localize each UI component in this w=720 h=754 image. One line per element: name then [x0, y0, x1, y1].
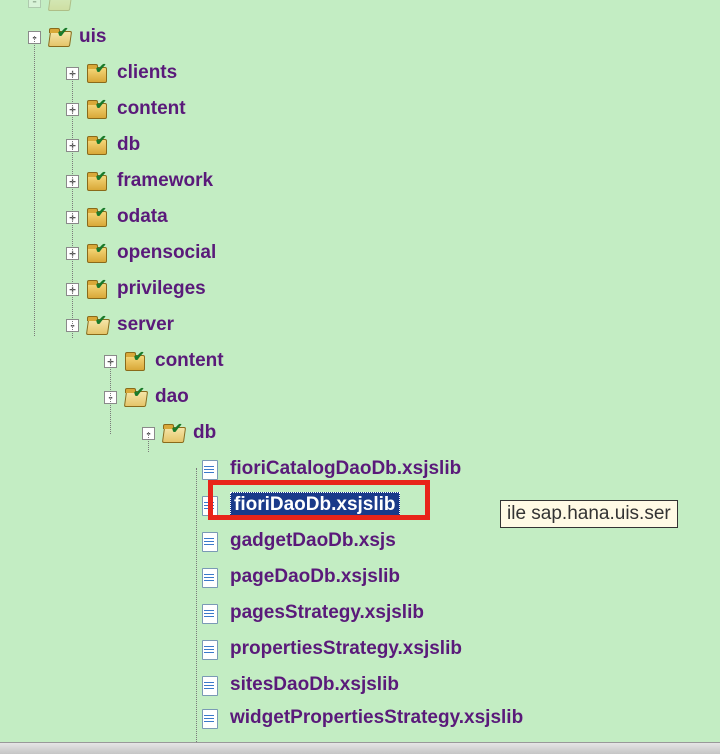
tree-node-content[interactable]: + ✔ content: [10, 91, 720, 127]
tree-node-truncated[interactable]: - ✔: [10, 0, 720, 19]
folder-open-icon: ✔: [123, 387, 147, 407]
file-icon: [198, 531, 222, 551]
tree-node-odata[interactable]: + ✔ odata: [10, 199, 720, 235]
tree-node-label: db: [117, 134, 140, 156]
tree-connector: [34, 36, 35, 336]
tree-node-file[interactable]: widgetPropertiesStrategy.xsjslib: [10, 703, 720, 733]
folder-icon: ✔: [85, 63, 109, 83]
tree-node-dao-db[interactable]: - ✔ db: [10, 415, 720, 451]
file-icon: [198, 675, 222, 695]
tree-node-db[interactable]: + ✔ db: [10, 127, 720, 163]
file-icon: [198, 567, 222, 587]
tree-node-label: clients: [117, 62, 177, 84]
tree-node-clients[interactable]: + ✔ clients: [10, 55, 720, 91]
tree-node-label: dao: [155, 386, 189, 408]
tree-node-server-content[interactable]: + ✔ content: [10, 343, 720, 379]
folder-open-icon: ✔: [47, 0, 71, 11]
expand-icon[interactable]: -: [28, 0, 41, 8]
tree-node-label: framework: [117, 170, 213, 192]
tree-node-file[interactable]: pageDaoDb.xsjslib: [10, 559, 720, 595]
tree-node-uis[interactable]: - ✔ uis: [10, 19, 720, 55]
tree-node-label: odata: [117, 206, 168, 228]
tree-connector: [110, 360, 111, 434]
tree-node-dao[interactable]: - ✔ dao: [10, 379, 720, 415]
folder-icon: ✔: [123, 351, 147, 371]
tree-node-label: uis: [79, 26, 106, 48]
file-icon: [198, 639, 222, 659]
tree-node-label: content: [155, 350, 224, 372]
tree-node-label: sitesDaoDb.xsjslib: [230, 674, 399, 696]
tree-node-label: server: [117, 314, 174, 336]
tree-node-label: fioriCatalogDaoDb.xsjslib: [230, 458, 461, 480]
file-icon: [198, 603, 222, 623]
folder-open-icon: ✔: [161, 423, 185, 443]
folder-icon: ✔: [85, 171, 109, 191]
tree-node-label-selected: fioriDaoDb.xsjslib: [230, 492, 400, 518]
tree-node-file[interactable]: fioriCatalogDaoDb.xsjslib: [10, 451, 720, 487]
file-tree: - ✔ - ✔ uis + ✔ clients + ✔ content + ✔ …: [0, 0, 720, 733]
tree-node-file[interactable]: propertiesStrategy.xsjslib: [10, 631, 720, 667]
folder-icon: ✔: [85, 243, 109, 263]
tree-node-label: widgetPropertiesStrategy.xsjslib: [230, 707, 523, 729]
tooltip: ile sap.hana.uis.ser: [500, 500, 678, 528]
folder-icon: ✔: [85, 207, 109, 227]
folder-icon: ✔: [85, 279, 109, 299]
tree-node-label: content: [117, 98, 186, 120]
tree-node-opensocial[interactable]: + ✔ opensocial: [10, 235, 720, 271]
tree-node-file[interactable]: gadgetDaoDb.xsjs: [10, 523, 720, 559]
folder-icon: ✔: [85, 135, 109, 155]
folder-icon: ✔: [85, 99, 109, 119]
tree-node-label: gadgetDaoDb.xsjs: [230, 530, 396, 552]
folder-open-icon: ✔: [85, 315, 109, 335]
tree-node-label: propertiesStrategy.xsjslib: [230, 638, 462, 660]
file-icon: [198, 459, 222, 479]
file-icon: [198, 495, 222, 515]
tree-node-label: pagesStrategy.xsjslib: [230, 602, 424, 624]
tree-node-server[interactable]: - ✔ server: [10, 307, 720, 343]
file-icon: [198, 708, 222, 728]
tree-node-privileges[interactable]: + ✔ privileges: [10, 271, 720, 307]
tree-connector: [148, 432, 149, 452]
tree-node-label: db: [193, 422, 216, 444]
tree-connector: [72, 72, 73, 338]
tree-node-label: pageDaoDb.xsjslib: [230, 566, 400, 588]
tree-connector: [196, 468, 197, 746]
tree-node-label: opensocial: [117, 242, 216, 264]
tree-node-label: privileges: [117, 278, 206, 300]
status-bar: [0, 742, 720, 754]
tree-node-file[interactable]: pagesStrategy.xsjslib: [10, 595, 720, 631]
tree-node-framework[interactable]: + ✔ framework: [10, 163, 720, 199]
tree-node-file[interactable]: sitesDaoDb.xsjslib: [10, 667, 720, 703]
folder-open-icon: ✔: [47, 27, 71, 47]
